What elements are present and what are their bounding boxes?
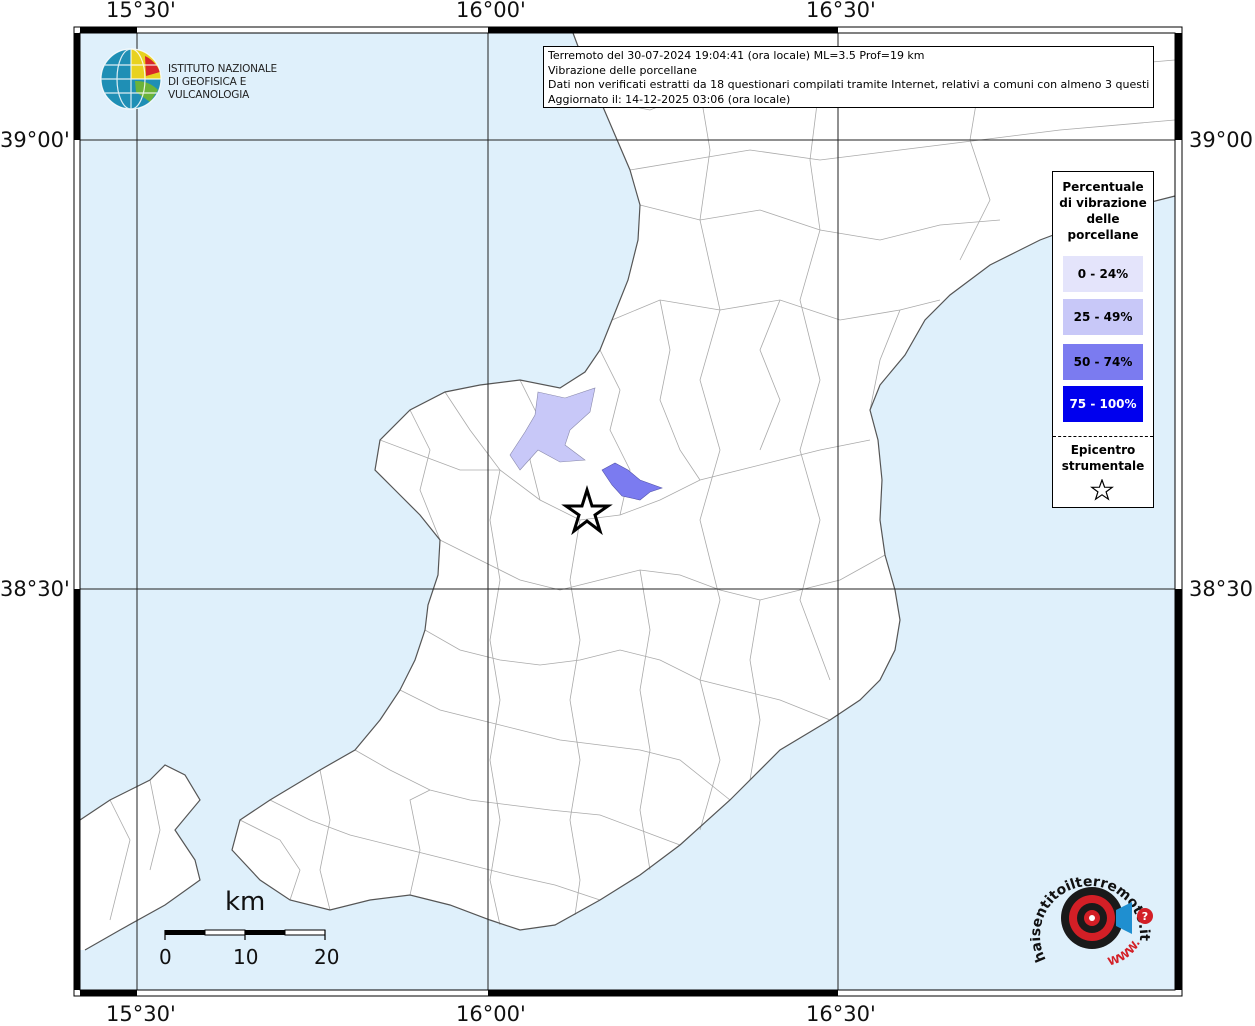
- haisentito-logo-www: WWW.: [1106, 937, 1143, 968]
- scale-unit: km: [225, 887, 266, 917]
- scale-label-20: 20: [314, 945, 340, 969]
- legend-class-75-100: 75 - 100%: [1063, 386, 1143, 422]
- event-info-line: Vibrazione delle porcellane: [548, 63, 697, 77]
- legend: Percentuale di vibrazione delle porcella…: [1052, 171, 1154, 508]
- scale-bar: km 0 10 20: [150, 885, 350, 975]
- lat-label-left-2: 38°30': [0, 577, 70, 601]
- lon-label-bottom-1: 15°30': [106, 1002, 176, 1026]
- legend-class-25-49: 25 - 49%: [1063, 299, 1143, 335]
- svg-text:?: ?: [1142, 910, 1148, 923]
- haisentito-logo-graphic: haisentitoilterremoto.it WWW. ?: [1028, 874, 1153, 969]
- legend-class-50-74: 50 - 74%: [1063, 344, 1143, 380]
- legend-class-label: 75 - 100%: [1069, 397, 1137, 411]
- event-info-box: Terremoto del 30-07-2024 19:04:41 (ora l…: [543, 46, 1154, 108]
- scale-label-0: 0: [159, 945, 172, 969]
- legend-title: Percentuale di vibrazione delle porcella…: [1059, 180, 1147, 242]
- lon-label-top-3: 16°30': [806, 0, 876, 22]
- ingv-name-line1: ISTITUTO NAZIONALE: [168, 63, 277, 75]
- ingv-globe-icon: [100, 48, 162, 110]
- lon-label-bottom-2: 16°00': [456, 1002, 526, 1026]
- legend-class-label: 0 - 24%: [1077, 267, 1129, 281]
- lon-label-top-2: 16°00': [456, 0, 526, 22]
- legend-class-0-24: 0 - 24%: [1063, 256, 1143, 292]
- legend-epicenter-label: Epicentro strumentale: [1061, 443, 1145, 473]
- legend-class-label: 25 - 49%: [1073, 310, 1133, 324]
- ingv-name-line2: DI GEOFISICA E VULCANOLOGIA: [168, 76, 250, 101]
- legend-divider: [1053, 436, 1153, 437]
- haisentito-logo: haisentitoilterremoto.it WWW. ?: [1028, 868, 1160, 978]
- lat-label-right-1: 39°00': [1189, 128, 1255, 152]
- scale-label-10: 10: [233, 945, 259, 969]
- event-info-line: Aggiornato il: 14-12-2025 03:06 (ora loc…: [548, 92, 791, 106]
- event-info-line: Dati non verificati estratti da 18 quest…: [548, 78, 1149, 91]
- lon-label-top-1: 15°30': [106, 0, 176, 22]
- lon-label-bottom-3: 16°30': [806, 1002, 876, 1026]
- lat-label-left-1: 39°00': [0, 128, 70, 152]
- lat-label-right-2: 38°30': [1189, 577, 1255, 601]
- ingv-logo: ISTITUTO NAZIONALE DI GEOFISICA E VULCAN…: [100, 47, 320, 111]
- legend-class-label: 50 - 74%: [1073, 355, 1133, 369]
- event-info-line: Terremoto del 30-07-2024 19:04:41 (ora l…: [548, 49, 925, 62]
- star-outline-icon: [1090, 479, 1114, 501]
